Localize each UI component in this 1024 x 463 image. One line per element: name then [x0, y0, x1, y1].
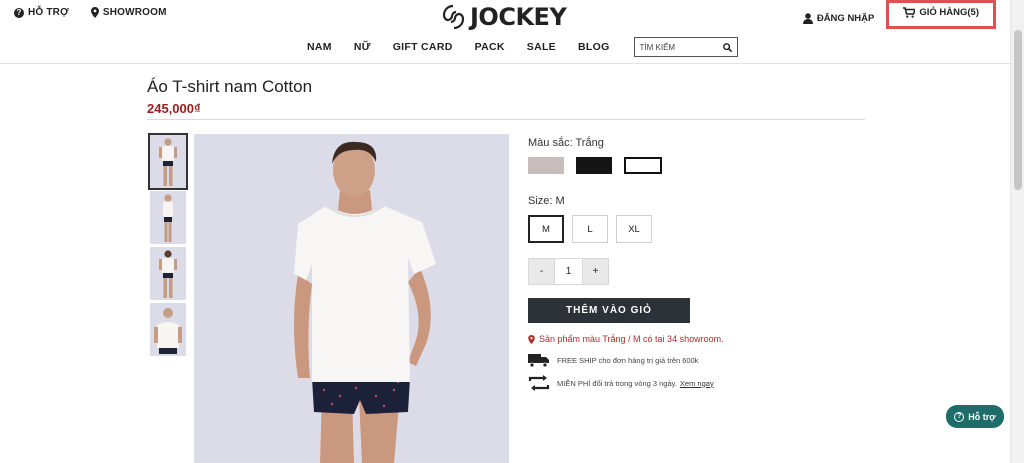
- nav-item-gift-card[interactable]: GIFT CARD: [393, 41, 453, 53]
- thumbnail-side[interactable]: [150, 191, 186, 244]
- free-ship-text: FREE SHIP cho đơn hàng trị giá trên 600k: [557, 355, 699, 365]
- truck-icon: [528, 354, 549, 368]
- color-swatch-white[interactable]: [624, 157, 662, 174]
- color-swatches: [528, 157, 662, 174]
- free-return-text: MIỄN PHÍ đổi trả trong vòng 3 ngày.: [557, 378, 677, 388]
- thumbnail-back[interactable]: [150, 247, 186, 300]
- location-pin-icon: [528, 334, 535, 344]
- thumbnail-front[interactable]: [148, 133, 188, 190]
- see-now-link[interactable]: Xem ngay: [680, 379, 714, 388]
- thumbnail-list: [148, 133, 188, 359]
- cart-button[interactable]: GIỎ HÀNG(5): [886, 0, 996, 29]
- top-header: ? HỖ TRỢ SHOWROOM JOCKEY ĐĂNG NHẬP GIỎ H…: [0, 0, 1010, 64]
- nav-item-sale[interactable]: SALE: [527, 41, 556, 53]
- jockey-mark-icon: [442, 4, 465, 30]
- quantity-stepper: - 1 +: [528, 258, 609, 285]
- model-thumbnail-image: [159, 138, 177, 186]
- add-to-cart-button[interactable]: THÊM VÀO GIỎ: [528, 298, 690, 323]
- cart-icon: [903, 7, 916, 18]
- login-label: ĐĂNG NHẬP: [816, 12, 875, 24]
- nav-item-nu[interactable]: NỮ: [354, 41, 371, 53]
- question-icon: ?: [14, 7, 24, 18]
- size-option-l[interactable]: L: [572, 215, 608, 243]
- color-label: Màu sắc: Trắng: [528, 137, 604, 149]
- free-return-row: MIỄN PHÍ đổi trả trong vòng 3 ngày. Xem …: [528, 375, 714, 391]
- help-chat-button[interactable]: ? Hỗ trợ: [946, 405, 1004, 428]
- divider: [147, 119, 865, 120]
- product-title: Áo T-shirt nam Cotton: [147, 77, 313, 96]
- free-ship-row: FREE SHIP cho đơn hàng trị giá trên 600k: [528, 352, 699, 368]
- color-swatch-black[interactable]: [576, 157, 612, 174]
- support-link[interactable]: ? HỖ TRỢ: [14, 7, 69, 18]
- size-options: M L XL: [528, 215, 652, 243]
- thumbnail-closeup[interactable]: [150, 303, 186, 356]
- availability-note: Sản phẩm màu Trắng / M có tại 34 showroo…: [528, 334, 724, 344]
- page-scrollbar[interactable]: [1010, 0, 1024, 463]
- site-logo[interactable]: JOCKEY: [440, 3, 567, 31]
- logo-text: JOCKEY: [470, 3, 567, 31]
- top-left-links: ? HỖ TRỢ SHOWROOM: [14, 7, 167, 18]
- support-label: HỖ TRỢ: [28, 7, 69, 18]
- model-thumbnail-image: [163, 194, 173, 242]
- search-icon[interactable]: [722, 42, 732, 52]
- qty-decrease-button[interactable]: -: [528, 258, 555, 285]
- size-option-xl[interactable]: XL: [616, 215, 652, 243]
- qty-value[interactable]: 1: [555, 258, 582, 285]
- question-icon: ?: [954, 411, 965, 422]
- qty-increase-button[interactable]: +: [582, 258, 609, 285]
- top-right-links: ĐĂNG NHẬP GIỎ HÀNG(5): [802, 0, 996, 29]
- return-arrows-icon: [528, 375, 550, 391]
- search-input[interactable]: TÌM KIẾM: [633, 37, 738, 57]
- size-option-m[interactable]: M: [528, 215, 564, 243]
- availability-text: Sản phẩm màu Trắng / M có tại 34 showroo…: [539, 334, 724, 344]
- nav-item-blog[interactable]: BLOG: [578, 41, 610, 53]
- size-label: Size: M: [528, 195, 565, 207]
- user-icon: [802, 12, 813, 24]
- product-price: 245,000₫: [147, 101, 201, 116]
- location-pin-icon: [90, 7, 99, 18]
- login-link[interactable]: ĐĂNG NHẬP: [802, 12, 875, 24]
- main-nav: NAM NỮ GIFT CARD PACK SALE BLOG TÌM KIẾM: [307, 37, 738, 57]
- model-thumbnail-image: [159, 250, 177, 298]
- showroom-link[interactable]: SHOWROOM: [90, 7, 167, 18]
- help-label: Hỗ trợ: [968, 411, 996, 422]
- model-thumbnail-image: [154, 308, 182, 354]
- nav-item-pack[interactable]: PACK: [475, 41, 505, 53]
- scrollbar-thumb[interactable]: [1014, 30, 1022, 190]
- showroom-label: SHOWROOM: [102, 7, 167, 18]
- model-photo: [294, 141, 436, 463]
- nav-item-nam[interactable]: NAM: [307, 41, 332, 53]
- product-main-image[interactable]: [194, 134, 509, 463]
- cart-label: GIỎ HÀNG(5): [919, 7, 979, 18]
- color-swatch-beige[interactable]: [528, 157, 564, 174]
- search-placeholder: TÌM KIẾM: [639, 42, 676, 52]
